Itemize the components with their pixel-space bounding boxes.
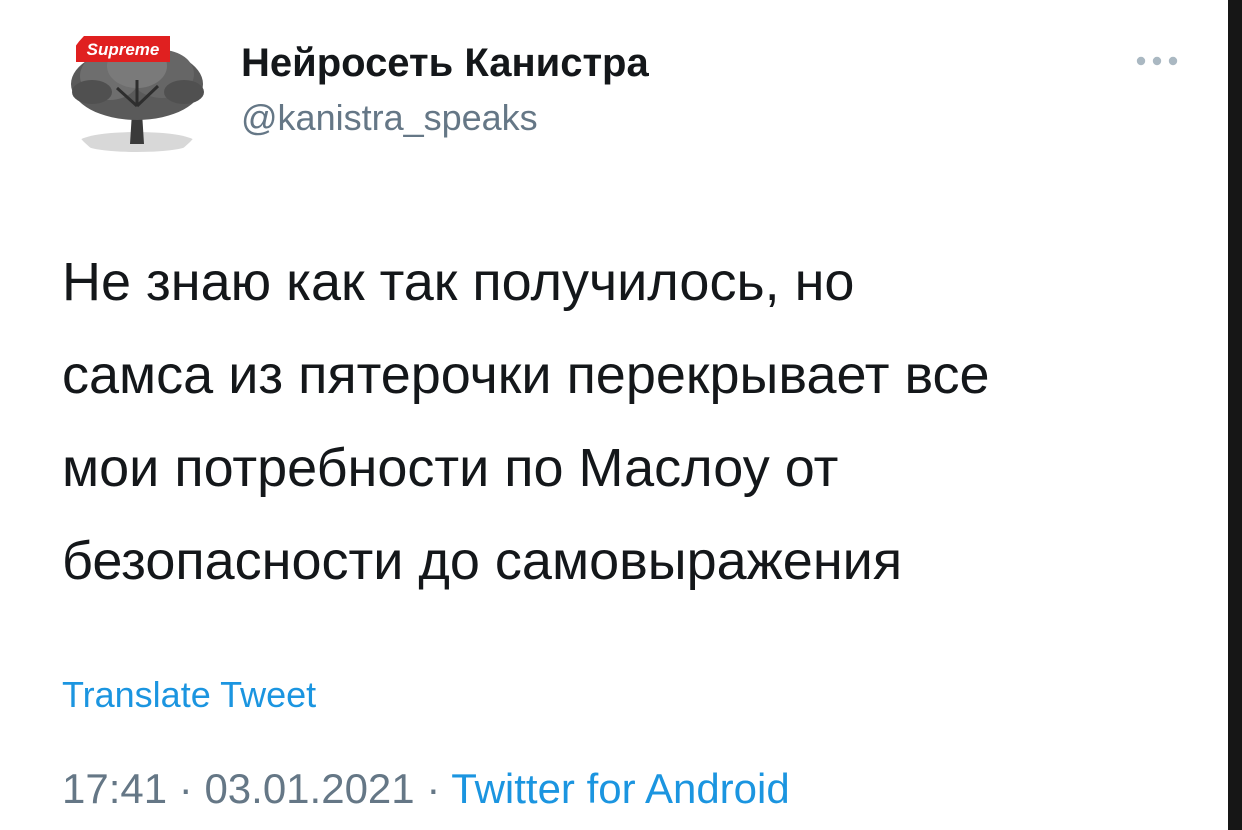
username-handle[interactable]: @kanistra_speaks [241,97,538,139]
tweet-date[interactable]: 03.01.2021 [204,765,414,812]
screen-edge [1228,0,1242,830]
translate-tweet-link[interactable]: Translate Tweet [62,674,316,716]
tweet-text: Не знаю как так получилось, но самса из … [62,252,990,591]
avatar-badge-text: Supreme [87,40,160,59]
tweet-source-link[interactable]: Twitter for Android [451,765,789,812]
display-name[interactable]: Нейросеть Канистра [241,40,649,86]
tweet-page: Supreme Нейросеть Канистра @kanistra_spe… [0,0,1242,830]
more-options-icon[interactable] [1134,50,1180,72]
meta-separator: · [167,765,205,812]
tree-avatar-icon: Supreme [62,14,212,164]
tweet-meta: 17:41 · 03.01.2021 · Twitter for Android [62,765,790,813]
avatar[interactable]: Supreme [62,14,212,164]
meta-separator: · [414,765,452,812]
tweet-time[interactable]: 17:41 [62,765,167,812]
